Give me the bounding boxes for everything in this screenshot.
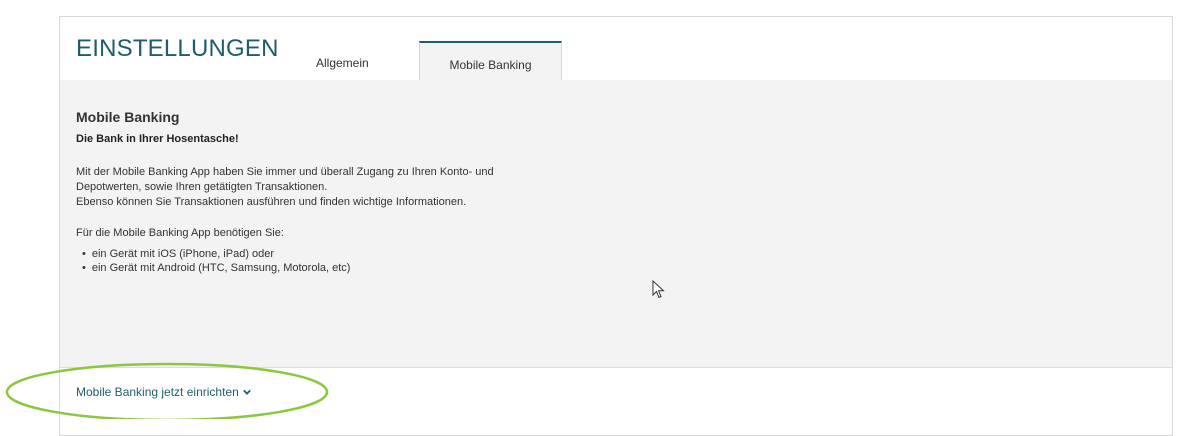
settings-header: EINSTELLUNGEN Allgemein Mobile Banking: [60, 17, 1172, 81]
description-line: Depotwerten, sowie Ihren getätigten Tran…: [76, 181, 328, 193]
section-subheading: Die Bank in Ihrer Hosentasche!: [76, 133, 239, 145]
list-item: ein Gerät mit iOS (iPhone, iPad) oder: [76, 247, 350, 261]
requirements-intro: Für die Mobile Banking App benötigen Sie…: [76, 227, 284, 239]
tab-allgemein[interactable]: Allgemein: [316, 56, 369, 70]
list-item-text: ein Gerät mit Android (HTC, Samsung, Mot…: [91, 262, 351, 274]
section-heading: Mobile Banking: [76, 109, 180, 125]
mouse-pointer-icon: [652, 280, 665, 299]
list-item: ein Gerät mit Android (HTC, Samsung, Mot…: [76, 261, 351, 275]
page-title: EINSTELLUNGEN: [76, 35, 279, 62]
requirements-list: ein Gerät mit iOS (iPhone, iPad) oder ei…: [76, 247, 351, 275]
description-line: Ebenso können Sie Transaktionen ausführe…: [76, 196, 467, 208]
tab-mobile-banking[interactable]: Mobile Banking: [419, 41, 562, 81]
description-line: Mit der Mobile Banking App haben Sie imm…: [76, 166, 494, 178]
list-item-text: ein Gerät mit iOS (iPhone, iPad) oder: [91, 248, 275, 260]
mobile-banking-content: Mobile Banking Die Bank in Ihrer Hosenta…: [60, 80, 1172, 368]
highlight-ellipse: [5, 362, 329, 419]
tab-mobile-banking-label: Mobile Banking: [449, 58, 532, 72]
description-paragraph: Mit der Mobile Banking App haben Sie imm…: [76, 165, 596, 210]
